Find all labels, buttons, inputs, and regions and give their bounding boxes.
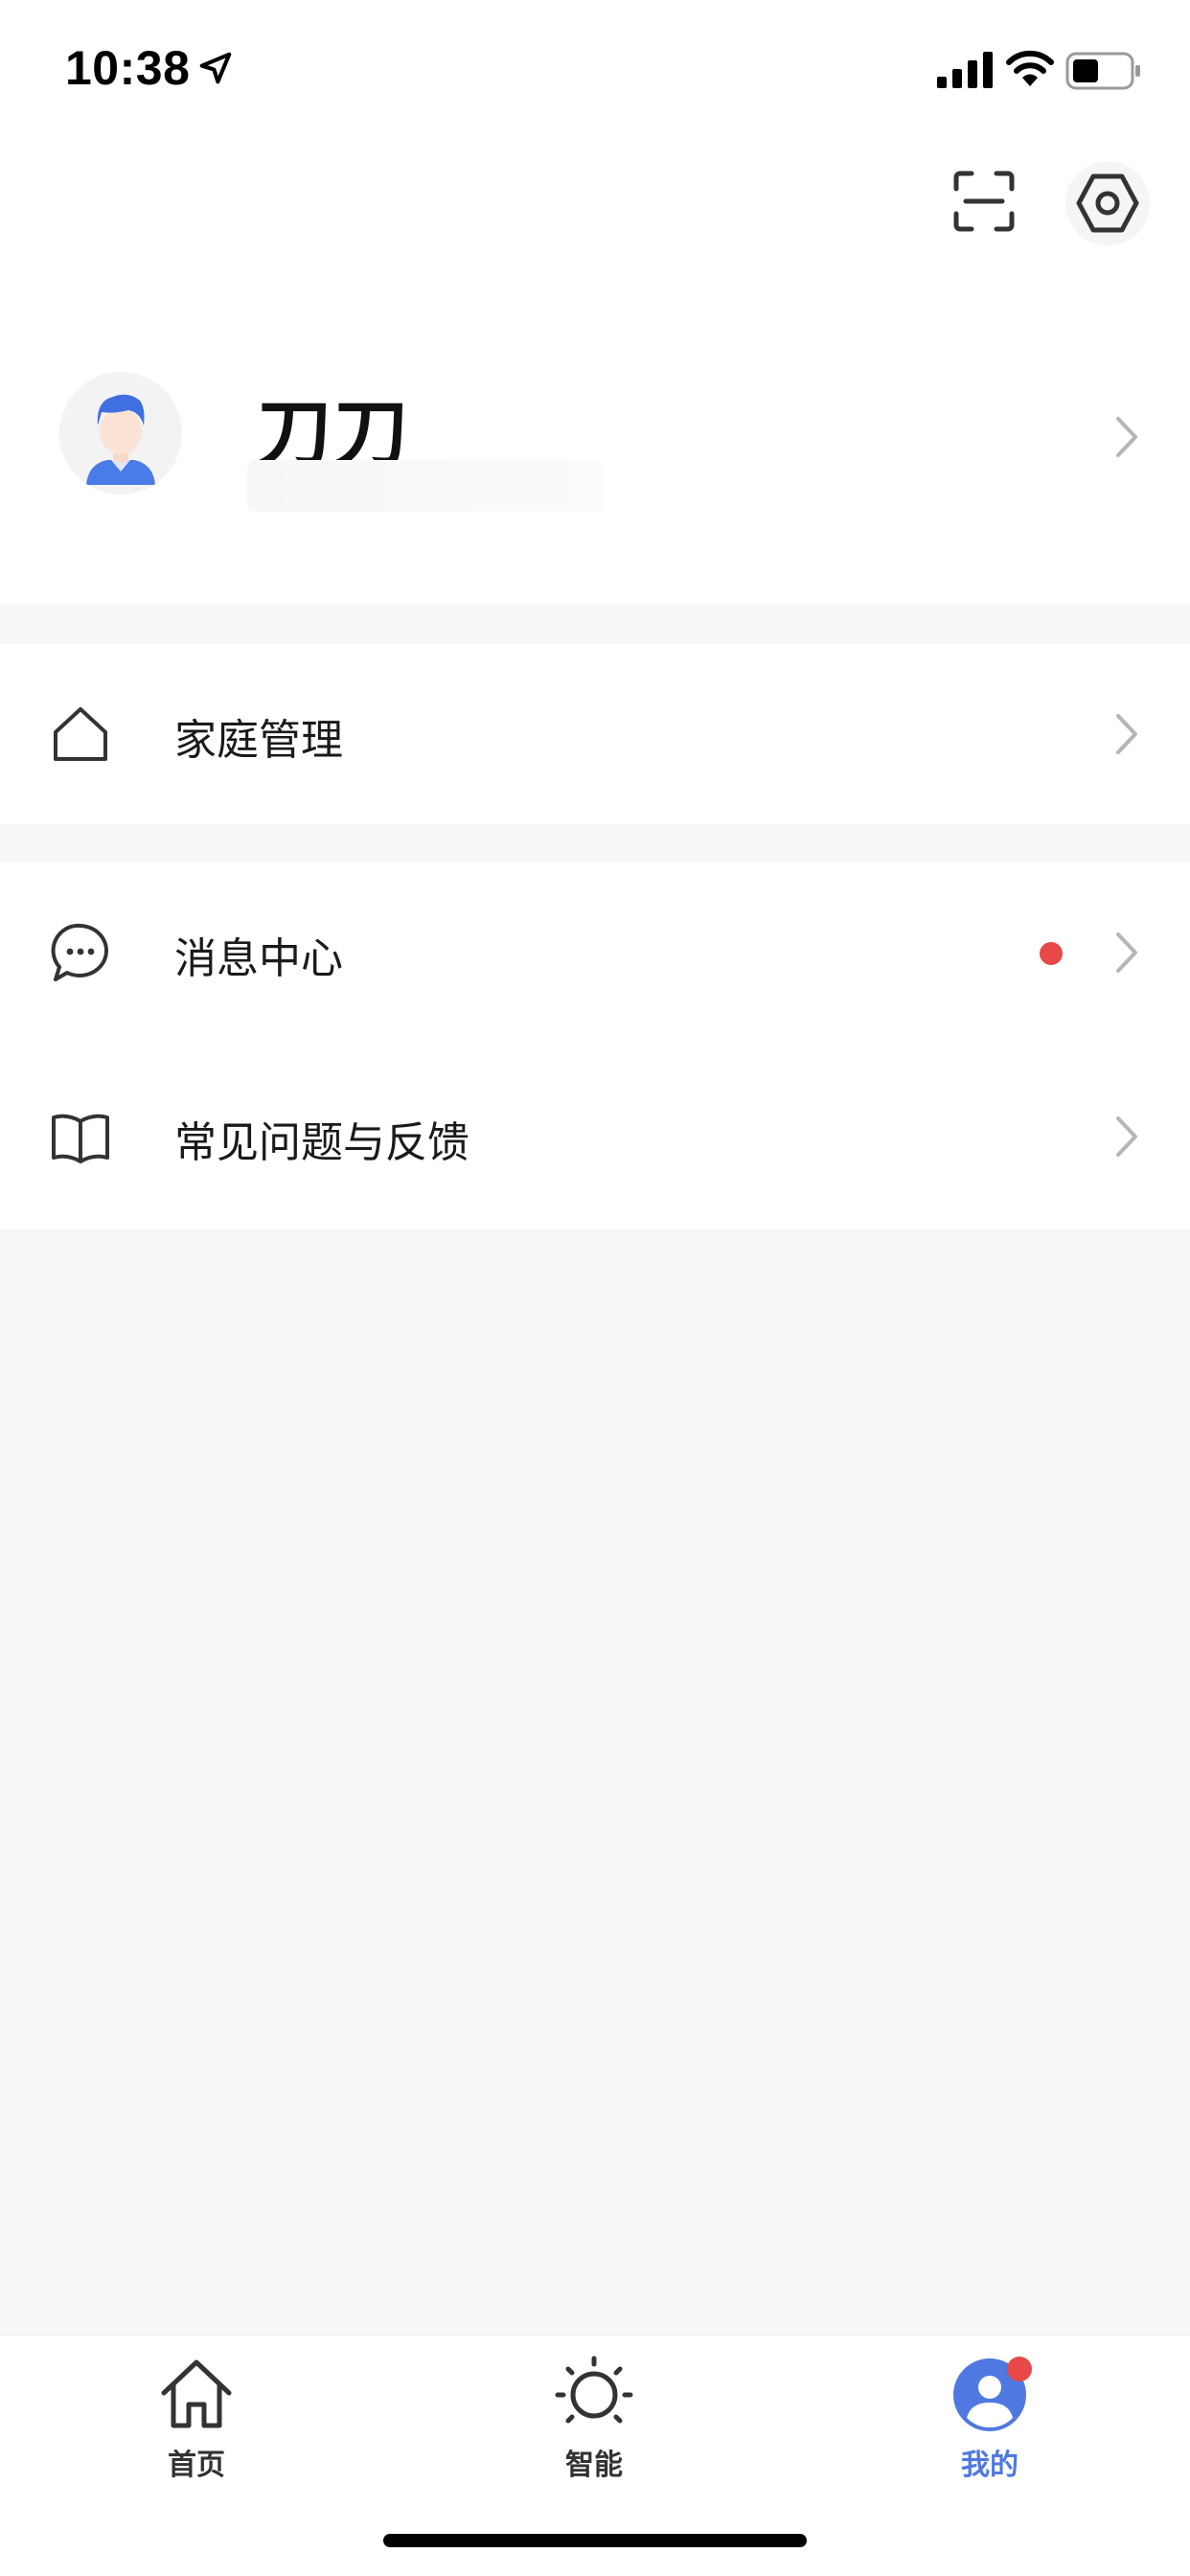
cellular-signal-icon (937, 52, 993, 88)
menu-item-faq-feedback[interactable]: 常见问题与反馈 (0, 1046, 1190, 1229)
tab-mine[interactable]: 我的 (894, 2355, 1086, 2489)
unread-dot (1040, 942, 1063, 965)
location-arrow-icon (199, 52, 232, 84)
settings-button[interactable] (1065, 161, 1150, 245)
user-avatar-icon (59, 372, 182, 494)
menu-label-messages: 消息中心 (174, 934, 343, 983)
wifi-icon (1006, 50, 1054, 86)
tab-smart-label: 智能 (565, 2449, 623, 2482)
menu-item-message-center[interactable]: 消息中心 (0, 862, 1190, 1045)
chat-bubble-icon (51, 923, 109, 981)
chevron-right-icon (1116, 714, 1137, 754)
tab-smart[interactable]: 智能 (498, 2355, 690, 2489)
battery-icon (1065, 52, 1140, 90)
scan-icon[interactable] (950, 168, 1018, 235)
hexagon-settings-icon (1076, 173, 1139, 233)
chevron-right-icon (1116, 932, 1137, 973)
home-outline-icon (54, 707, 107, 761)
home-icon (161, 2359, 232, 2428)
chevron-right-icon (1116, 417, 1137, 457)
support-section: 消息中心 常见问题与反馈 (0, 862, 1190, 1229)
my-page-screen: 10:38 刀刀 家庭管理 消息中心 常见问题与反馈 首页 智能 我的 (0, 0, 1190, 2576)
home-indicator (383, 2534, 807, 2547)
tab-home-label: 首页 (168, 2449, 225, 2482)
status-time: 10:38 (65, 41, 191, 95)
menu-label-faq: 常见问题与反馈 (174, 1118, 469, 1167)
family-section: 家庭管理 (0, 644, 1190, 824)
tab-home[interactable]: 首页 (101, 2355, 292, 2489)
tab-mine-label: 我的 (961, 2449, 1018, 2482)
menu-item-family-management[interactable]: 家庭管理 (0, 644, 1190, 826)
profile-row[interactable]: 刀刀 (0, 345, 1190, 537)
avatar[interactable] (59, 372, 182, 494)
chevron-right-icon (1116, 1116, 1137, 1157)
sun-icon (555, 2356, 633, 2424)
user-subtitle-placeholder (247, 460, 604, 512)
tab-badge-dot (1007, 2357, 1032, 2381)
status-bar: 10:38 (0, 0, 1190, 144)
menu-label-family: 家庭管理 (174, 716, 343, 765)
open-book-icon (52, 1114, 109, 1163)
